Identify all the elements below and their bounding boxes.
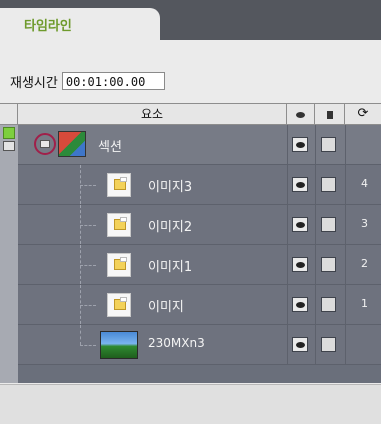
header-visibility[interactable]: [287, 104, 315, 124]
image-thumbnail-icon: [107, 293, 131, 317]
section-thumbnail-icon: [58, 131, 86, 157]
visibility-toggle[interactable]: [292, 257, 308, 272]
list-item[interactable]: 이미지 1: [18, 285, 381, 325]
image-thumbnail-icon: [107, 173, 131, 197]
section-row[interactable]: 섹션: [18, 125, 381, 165]
order-number: 3: [361, 217, 368, 230]
visibility-toggle[interactable]: [292, 217, 308, 232]
visibility-toggle[interactable]: [292, 337, 308, 352]
lock-toggle[interactable]: [321, 337, 336, 352]
header-left-cell: [0, 104, 18, 124]
image-thumbnail-icon: [107, 253, 131, 277]
lock-toggle[interactable]: [321, 257, 336, 272]
eye-icon: [296, 111, 305, 118]
item-name: 이미지3: [148, 180, 193, 195]
bottom-area: [0, 384, 381, 424]
playtime-label: 재생시간: [10, 75, 58, 91]
tab-timeline-label: 타임라인: [24, 19, 72, 34]
timeline-panel: 재생시간 00:01:00.00 요소 ⟳ 섹션 이미지3 4 이미지2 3 이…: [0, 40, 381, 424]
header-lock[interactable]: [315, 104, 345, 124]
visibility-small-icon[interactable]: [3, 141, 15, 151]
playtime-input[interactable]: 00:01:00.00: [61, 72, 165, 90]
collapse-icon[interactable]: [34, 133, 56, 155]
list-item[interactable]: 230MXn3: [18, 325, 381, 365]
item-name: 이미지: [148, 300, 184, 315]
tab-timeline[interactable]: 타임라인: [0, 8, 160, 40]
list-item[interactable]: 이미지3 4: [18, 165, 381, 205]
order-number: 1: [361, 297, 368, 310]
item-name: 230MXn3: [148, 336, 205, 350]
grid-header: 요소 ⟳: [0, 103, 381, 125]
lock-toggle[interactable]: [321, 297, 336, 312]
lock-toggle[interactable]: [321, 217, 336, 232]
refresh-icon: ⟳: [357, 106, 369, 121]
section-name: 섹션: [98, 140, 122, 155]
tab-bar: 타임라인: [0, 0, 381, 40]
lock-icon: [326, 110, 333, 119]
visibility-toggle[interactable]: [292, 297, 308, 312]
order-number: 2: [361, 257, 368, 270]
green-marker-icon[interactable]: [3, 127, 15, 139]
section-visibility-toggle[interactable]: [292, 137, 308, 152]
list-item[interactable]: 이미지1 2: [18, 245, 381, 285]
section-lock-toggle[interactable]: [321, 137, 336, 152]
item-name: 이미지2: [148, 220, 193, 235]
landscape-thumbnail-icon: [100, 331, 138, 359]
order-number: 4: [361, 177, 368, 190]
image-thumbnail-icon: [107, 213, 131, 237]
visibility-toggle[interactable]: [292, 177, 308, 192]
header-element: 요소: [18, 104, 287, 124]
lock-toggle[interactable]: [321, 177, 336, 192]
header-order[interactable]: ⟳: [345, 104, 381, 124]
left-strip: [0, 125, 18, 383]
list-item[interactable]: 이미지2 3: [18, 205, 381, 245]
item-name: 이미지1: [148, 260, 193, 275]
playtime-row: 재생시간 00:01:00.00: [10, 70, 165, 92]
